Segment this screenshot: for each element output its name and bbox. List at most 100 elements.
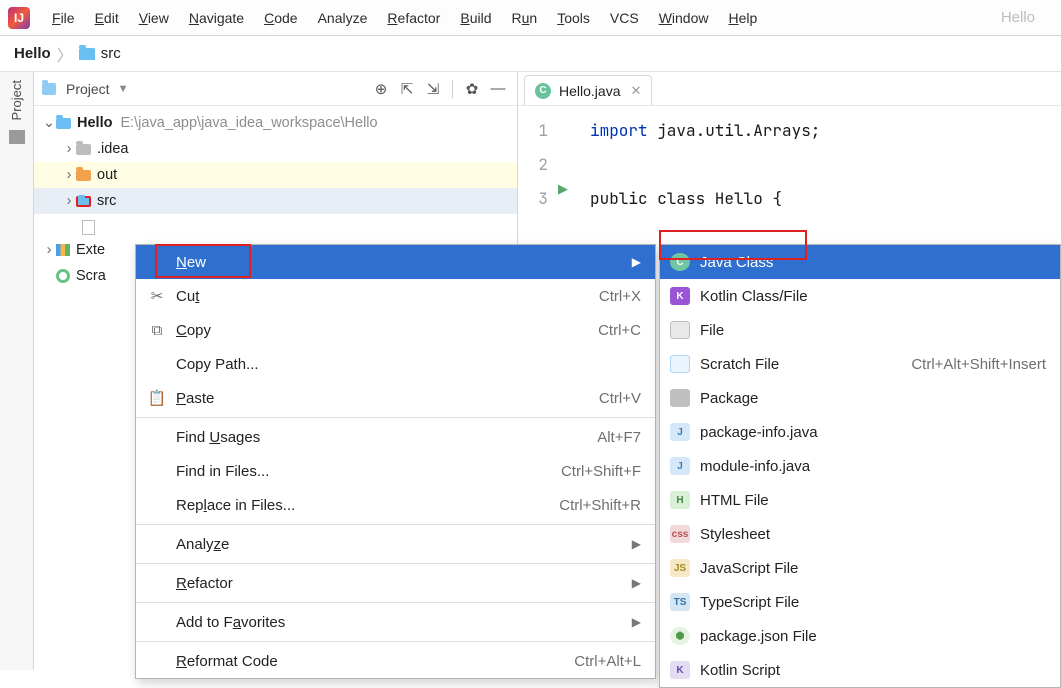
hide-icon[interactable]: — — [487, 78, 509, 100]
ctx-new[interactable]: New▶ — [136, 245, 655, 279]
ctx-replace-in-files-[interactable]: Replace in Files...Ctrl+Shift+R — [136, 488, 655, 522]
menu-refactor[interactable]: Refactor — [377, 10, 450, 26]
divider — [452, 80, 453, 98]
chevron-right-icon[interactable]: › — [62, 167, 76, 183]
line-number: 1 — [518, 114, 556, 148]
new-kotlin-script[interactable]: KKotlin Script — [660, 653, 1060, 687]
code-text: public class Hello { — [590, 188, 782, 209]
ctx-copy[interactable]: ⧉CopyCtrl+C — [136, 313, 655, 347]
left-tool-rail: Project — [0, 72, 34, 670]
folder-icon — [76, 144, 91, 155]
menu-help[interactable]: Help — [719, 10, 768, 26]
panel-title[interactable]: Project — [66, 81, 110, 97]
tree-node-idea[interactable]: › .idea — [34, 136, 517, 162]
separator — [136, 563, 655, 564]
menu-file[interactable]: File — [42, 10, 85, 26]
file-icon — [82, 220, 95, 235]
new-stylesheet[interactable]: cssStylesheet — [660, 517, 1060, 551]
menubar: IJ FileEditViewNavigateCodeAnalyzeRefact… — [0, 0, 1061, 36]
submenu-label: Scratch File — [700, 356, 911, 373]
rail-project-label[interactable]: Project — [9, 80, 24, 120]
menu-item-icon: 📋 — [146, 389, 168, 407]
collapse-all-icon[interactable]: ⇲ — [422, 78, 444, 100]
new-typescript-file[interactable]: TSTypeScript File — [660, 585, 1060, 619]
menu-item-label: Copy — [176, 322, 598, 339]
ctx-copy-path-[interactable]: Copy Path... — [136, 347, 655, 381]
submenu-label: package.json File — [700, 628, 1046, 645]
new-scratch-file[interactable]: Scratch FileCtrl+Alt+Shift+Insert — [660, 347, 1060, 381]
ctx-find-usages[interactable]: Find UsagesAlt+F7 — [136, 420, 655, 454]
filetype-icon: TS — [670, 593, 690, 611]
menu-tools[interactable]: Tools — [547, 10, 600, 26]
ctx-refactor[interactable]: Refactor▶ — [136, 566, 655, 600]
gear-icon[interactable]: ✿ — [461, 78, 483, 100]
new-package[interactable]: Package — [660, 381, 1060, 415]
module-icon — [56, 118, 71, 129]
new-submenu: CJava ClassKKotlin Class/FileFileScratch… — [659, 244, 1061, 688]
menu-vcs[interactable]: VCS — [600, 10, 649, 26]
menu-run[interactable]: Run — [501, 10, 547, 26]
project-name-indicator: Hello — [1001, 9, 1053, 26]
tree-node-label: .idea — [97, 141, 128, 157]
libraries-icon — [56, 244, 70, 256]
editor-tab[interactable]: C Hello.java ✕ — [524, 75, 652, 105]
chevron-right-icon[interactable]: › — [62, 193, 76, 209]
ctx-reformat-code[interactable]: Reformat CodeCtrl+Alt+L — [136, 644, 655, 678]
new-file[interactable]: File — [660, 313, 1060, 347]
menu-navigate[interactable]: Navigate — [179, 10, 254, 26]
new-java-class[interactable]: CJava Class — [660, 245, 1060, 279]
close-icon[interactable]: ✕ — [630, 83, 641, 99]
line-number: 3 — [518, 182, 556, 216]
menu-edit[interactable]: Edit — [85, 10, 129, 26]
new-javascript-file[interactable]: JSJavaScript File — [660, 551, 1060, 585]
chevron-right-icon[interactable]: › — [42, 242, 56, 258]
submenu-arrow-icon: ▶ — [632, 537, 641, 551]
chevron-right-icon[interactable]: › — [62, 141, 76, 157]
breadcrumb-root[interactable]: Hello — [14, 45, 51, 62]
java-class-icon: C — [535, 83, 551, 99]
tree-root[interactable]: ⌄ Hello E:\java_app\java_idea_workspace\… — [34, 110, 517, 136]
filetype-icon — [670, 389, 690, 407]
tab-label: Hello.java — [559, 83, 620, 99]
filetype-icon: K — [670, 287, 690, 305]
ctx-analyze[interactable]: Analyze▶ — [136, 527, 655, 561]
menu-code[interactable]: Code — [254, 10, 307, 26]
locate-icon[interactable]: ⊕ — [370, 78, 392, 100]
panel-combo-chevron-icon[interactable]: ▼ — [118, 83, 129, 95]
menu-item-label: Find Usages — [176, 429, 597, 446]
ctx-add-to-favorites[interactable]: Add to Favorites▶ — [136, 605, 655, 639]
tree-root-path: E:\java_app\java_idea_workspace\Hello — [120, 115, 377, 131]
submenu-label: JavaScript File — [700, 560, 1046, 577]
breadcrumb-folder[interactable]: src — [101, 45, 121, 62]
submenu-label: Kotlin Class/File — [700, 288, 1046, 305]
menu-item-icon: ✂ — [146, 287, 168, 305]
tree-node-out[interactable]: › out — [34, 162, 517, 188]
menu-build[interactable]: Build — [450, 10, 501, 26]
new-package-info-java[interactable]: Jpackage-info.java — [660, 415, 1060, 449]
ctx-cut[interactable]: ✂CutCtrl+X — [136, 279, 655, 313]
menu-window[interactable]: Window — [649, 10, 719, 26]
menu-item-label: Find in Files... — [176, 463, 561, 480]
new-module-info-java[interactable]: Jmodule-info.java — [660, 449, 1060, 483]
source-folder-icon — [76, 196, 91, 207]
tree-node-label: src — [97, 193, 116, 209]
menu-item-label: Replace in Files... — [176, 497, 559, 514]
tree-root-label: Hello — [77, 115, 112, 131]
menu-analyze[interactable]: Analyze — [308, 10, 378, 26]
new-kotlin-class-file[interactable]: K Kotlin Class/File — [660, 279, 1060, 313]
new-html-file[interactable]: HHTML File — [660, 483, 1060, 517]
run-gutter-icon[interactable]: ▶ — [558, 181, 568, 197]
menu-view[interactable]: View — [129, 10, 179, 26]
folder-icon — [79, 48, 95, 60]
new-package-json-file[interactable]: ⬢package.json File — [660, 619, 1060, 653]
tree-node-src[interactable]: › src — [34, 188, 517, 214]
submenu-label: module-info.java — [700, 458, 1046, 475]
chevron-right-icon: 〉 — [57, 42, 73, 66]
ctx-find-in-files-[interactable]: Find in Files...Ctrl+Shift+F — [136, 454, 655, 488]
expand-all-icon[interactable]: ⇱ — [396, 78, 418, 100]
filetype-icon — [670, 321, 690, 339]
submenu-label: Java Class — [700, 254, 1046, 271]
chevron-down-icon[interactable]: ⌄ — [42, 115, 56, 131]
bookmark-icon[interactable] — [9, 130, 25, 144]
ctx-paste[interactable]: 📋PasteCtrl+V — [136, 381, 655, 415]
